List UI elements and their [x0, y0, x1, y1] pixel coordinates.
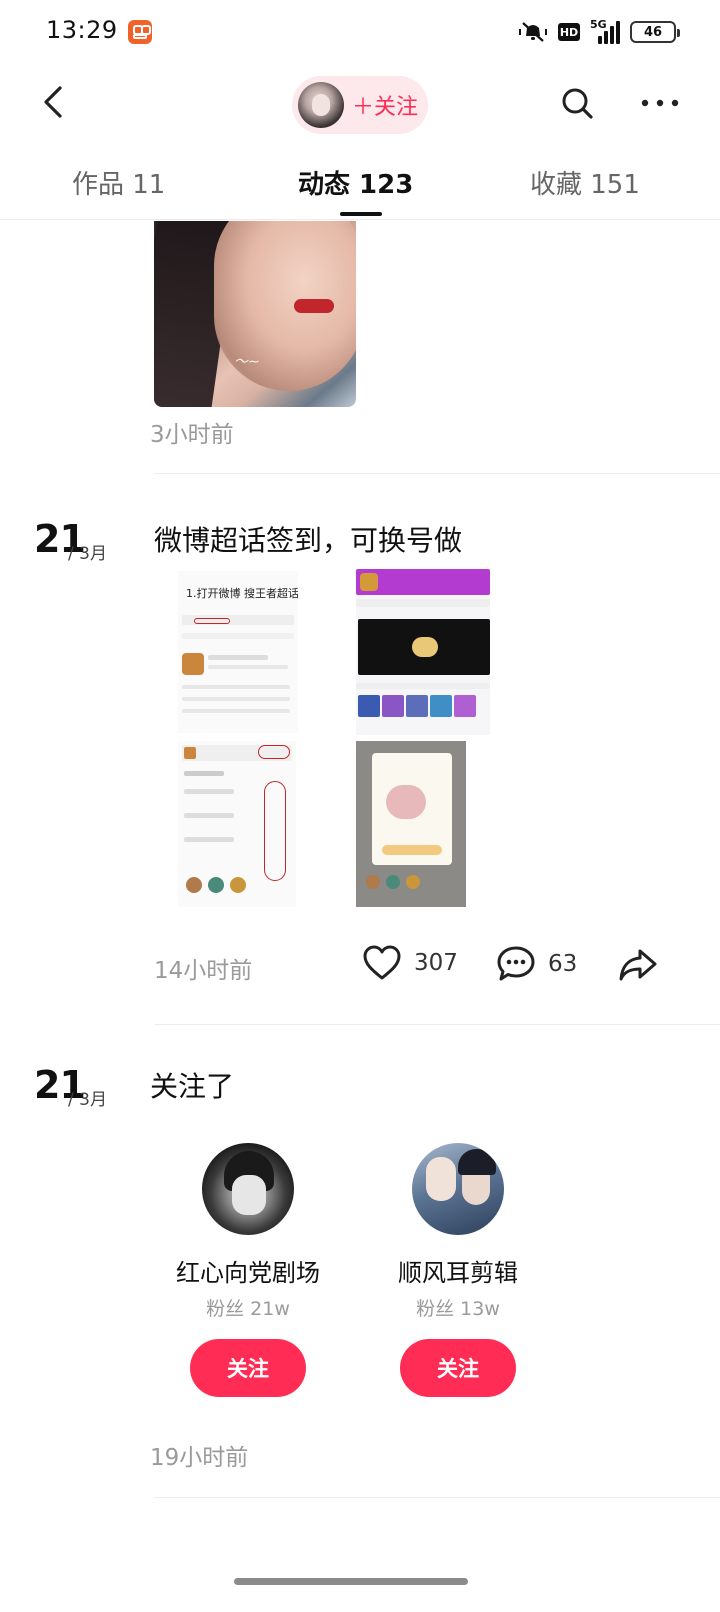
status-time: 13:29: [46, 16, 118, 44]
followed-user-card: 红心向党剧场 粉丝 21w 关注: [148, 1143, 348, 1397]
user-name[interactable]: 红心向党剧场: [148, 1253, 348, 1288]
avatar[interactable]: [412, 1143, 504, 1235]
more-icon: [641, 99, 679, 107]
image-caption: 1.打开微博 搜王者超话 点进去: [186, 587, 298, 600]
heart-icon: [363, 945, 401, 980]
avatar: [298, 82, 344, 128]
battery-icon: 46: [630, 21, 680, 43]
post-image[interactable]: ～∼: [154, 221, 356, 407]
back-button[interactable]: [36, 82, 76, 122]
moments-feed: ～∼ 3小时前 21 / 3月 微博超话签到，可换号做 1.打开微博 搜王者超话…: [0, 221, 720, 1561]
fan-count: 粉丝 21w: [206, 1298, 290, 1320]
divider: [154, 473, 720, 474]
comment-button[interactable]: 63: [496, 945, 577, 983]
post-time: 19小时前: [150, 1445, 249, 1471]
search-icon: [562, 88, 593, 119]
vibrate-mute-icon: [518, 20, 548, 44]
post-title: 关注了: [150, 1070, 235, 1103]
follow-label: ＋关注: [352, 95, 419, 120]
back-arrow-icon: [44, 86, 62, 118]
signal-icon: 5G: [590, 18, 620, 44]
fan-count: 粉丝 13w: [416, 1298, 500, 1320]
share-icon: [619, 949, 657, 981]
home-indicator[interactable]: [234, 1578, 468, 1585]
divider: [154, 1497, 720, 1498]
image-signature: ～∼: [234, 354, 260, 370]
active-tab-indicator: [340, 212, 382, 216]
user-name[interactable]: 顺风耳剪辑: [358, 1253, 558, 1288]
post-image[interactable]: 1.打开微博 搜王者超话 点进去: [178, 571, 298, 733]
profile-tabs: 作品 11 动态 123 收藏 151: [0, 150, 720, 220]
post-time: 14小时前: [154, 958, 253, 984]
like-count: 307: [414, 950, 458, 976]
post-title: 微博超话签到，可换号做: [154, 524, 463, 557]
tab-moments[interactable]: 动态 123: [298, 164, 413, 201]
status-indicators: HD 5G 46: [518, 18, 680, 46]
more-button[interactable]: [640, 88, 680, 118]
status-bar: 13:29 HD 5G 46: [0, 0, 720, 64]
network-type: 5G: [590, 18, 607, 31]
follow-button[interactable]: 关注: [400, 1339, 516, 1397]
like-button[interactable]: 307: [362, 945, 458, 981]
hd-badge: HD: [558, 23, 580, 41]
followed-user-card: 顺风耳剪辑 粉丝 13w 关注: [358, 1143, 558, 1397]
post-date-month: / 3月: [68, 544, 107, 564]
tab-favorites[interactable]: 收藏 151: [530, 164, 640, 201]
post-image[interactable]: [178, 741, 296, 907]
follow-button[interactable]: 关注: [190, 1339, 306, 1397]
post-time: 3小时前: [150, 422, 234, 448]
post-image[interactable]: [356, 741, 466, 907]
avatar[interactable]: [202, 1143, 294, 1235]
tab-works[interactable]: 作品 11: [72, 164, 165, 201]
follow-pill-button[interactable]: ＋关注: [292, 76, 428, 134]
profile-header: ＋关注: [0, 64, 720, 144]
search-button[interactable]: [560, 86, 594, 120]
comment-count: 63: [548, 951, 578, 977]
share-button[interactable]: [618, 947, 658, 983]
divider: [154, 1024, 720, 1025]
battery-level: 46: [643, 24, 663, 40]
kuaishou-app-icon: [128, 20, 152, 44]
post-image[interactable]: [356, 569, 490, 735]
comment-icon: [497, 946, 535, 981]
post-date-month: / 3月: [68, 1090, 107, 1110]
